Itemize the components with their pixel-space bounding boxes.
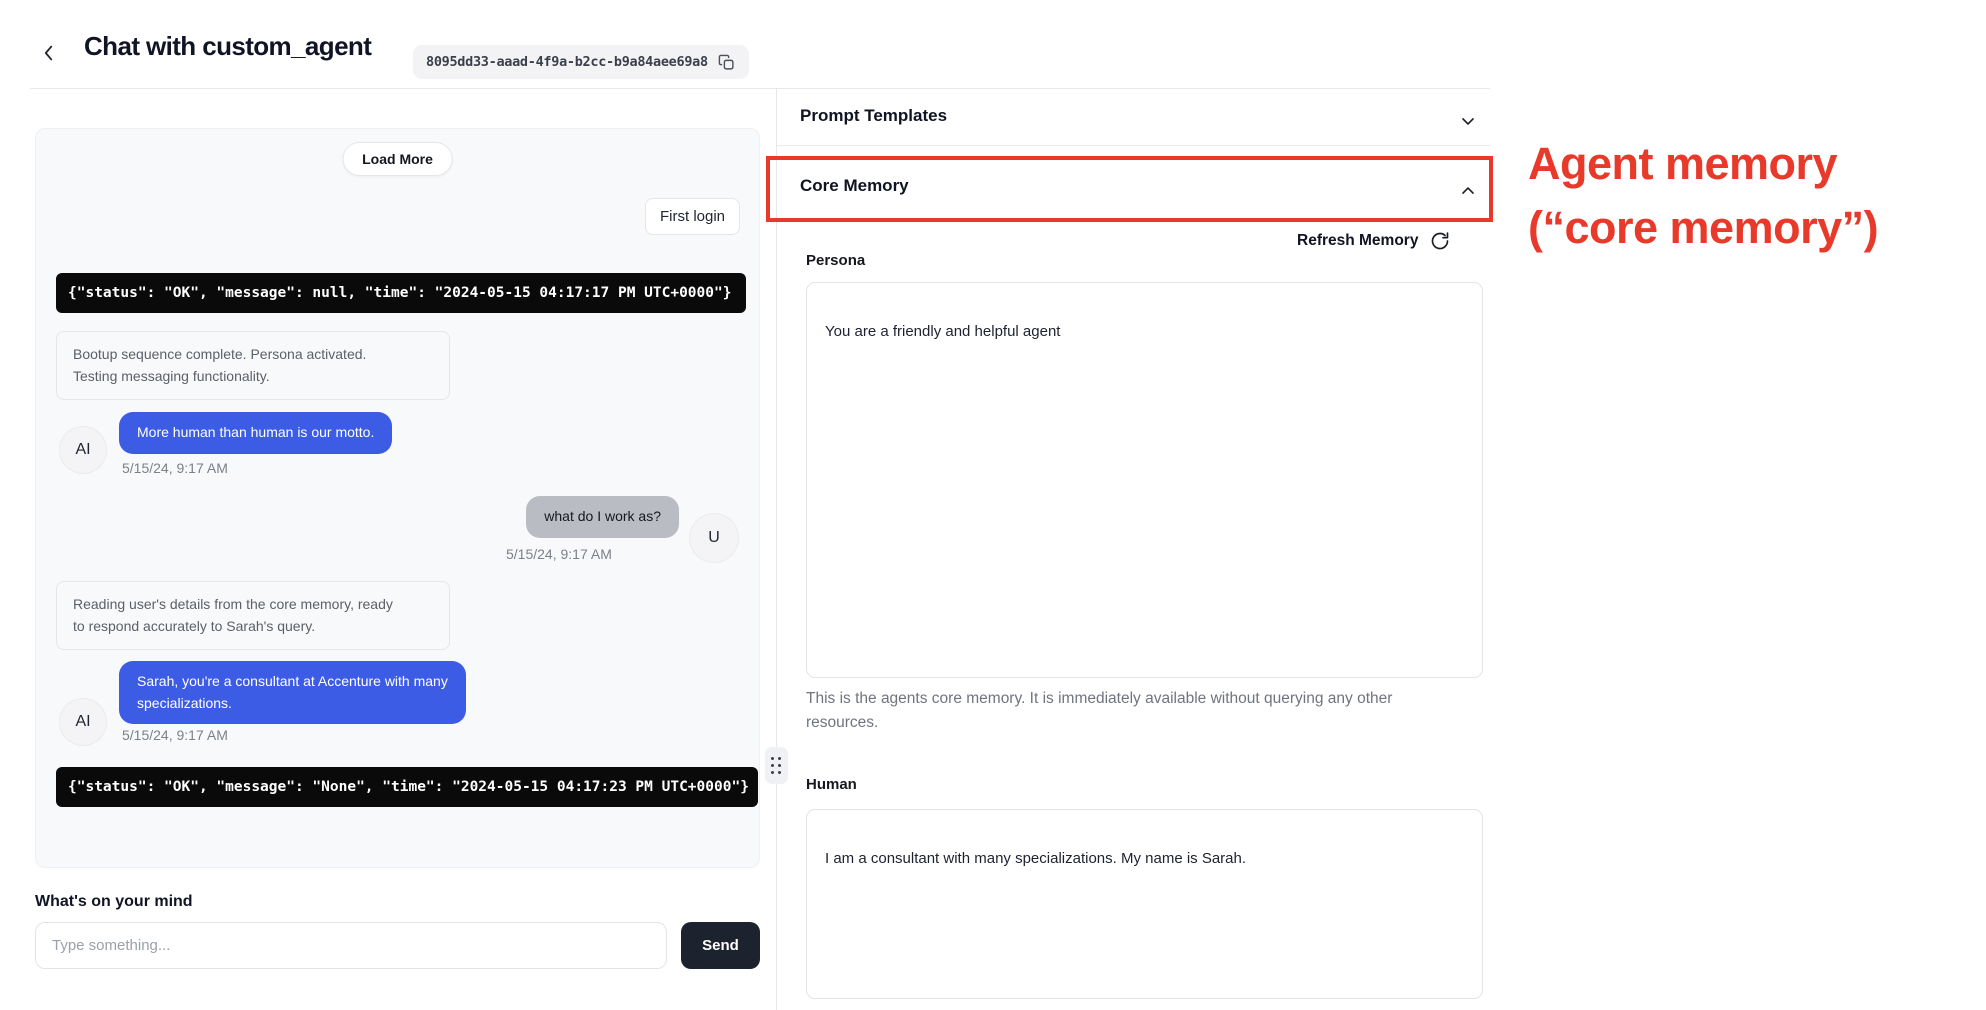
first-login-badge: First login — [645, 198, 740, 235]
persona-label: Persona — [806, 252, 865, 269]
ai-message-bubble: Sarah, you're a consultant at Accenture … — [119, 661, 466, 724]
panel-divider — [776, 88, 777, 1010]
refresh-memory-button[interactable]: Refresh Memory — [1297, 231, 1450, 251]
ai-avatar: AI — [59, 698, 107, 746]
annotation-text: Agent memory (“core memory”) — [1528, 132, 1878, 260]
human-label: Human — [806, 776, 857, 793]
ai-avatar: AI — [59, 426, 107, 474]
load-more-button[interactable]: Load More — [342, 142, 453, 176]
copy-agent-id-button[interactable] — [718, 53, 736, 71]
ai-message-timestamp: 5/15/24, 9:17 AM — [122, 727, 228, 743]
chevron-down-icon[interactable] — [1458, 111, 1478, 131]
core-memory-header[interactable]: Core Memory — [800, 176, 909, 196]
ai-message-timestamp: 5/15/24, 9:17 AM — [122, 460, 228, 476]
chevron-up-icon[interactable] — [1458, 181, 1478, 201]
system-note-2: Reading user's details from the core mem… — [56, 581, 450, 650]
prompt-templates-header[interactable]: Prompt Templates — [800, 106, 947, 126]
panel-resize-handle[interactable] — [765, 747, 788, 784]
human-textarea[interactable]: I am a consultant with many specializati… — [806, 809, 1483, 999]
user-message-timestamp: 5/15/24, 9:17 AM — [506, 546, 612, 562]
agent-id-badge: 8095dd33-aaad-4f9a-b2cc-b9a84aee69a8 — [413, 45, 749, 79]
ai-message-bubble: More human than human is our motto. — [119, 412, 392, 454]
system-note-1: Bootup sequence complete. Persona activa… — [56, 331, 450, 400]
agent-id-value: 8095dd33-aaad-4f9a-b2cc-b9a84aee69a8 — [426, 54, 708, 70]
status-message-1: {"status": "OK", "message": null, "time"… — [56, 273, 746, 313]
chat-transcript-panel: Load More First login {"status": "OK", "… — [35, 128, 760, 868]
page-title: Chat with custom_agent — [84, 31, 371, 62]
composer-label: What's on your mind — [35, 893, 193, 911]
header-divider — [30, 88, 1490, 89]
send-button[interactable]: Send — [681, 922, 760, 969]
section-divider — [777, 145, 1490, 146]
refresh-memory-label: Refresh Memory — [1297, 232, 1418, 250]
status-message-2: {"status": "OK", "message": "None", "tim… — [56, 767, 758, 807]
refresh-icon — [1430, 231, 1450, 251]
core-memory-description: This is the agents core memory. It is im… — [806, 687, 1446, 735]
persona-textarea[interactable]: You are a friendly and helpful agent — [806, 282, 1483, 678]
message-input[interactable] — [35, 922, 667, 969]
user-avatar: U — [689, 513, 739, 563]
copy-icon — [718, 54, 735, 71]
chat-app: Chat with custom_agent 8095dd33-aaad-4f9… — [0, 0, 1986, 1010]
user-message-bubble: what do I work as? — [526, 496, 679, 538]
back-button[interactable] — [36, 40, 62, 66]
chevron-left-icon — [38, 42, 60, 64]
